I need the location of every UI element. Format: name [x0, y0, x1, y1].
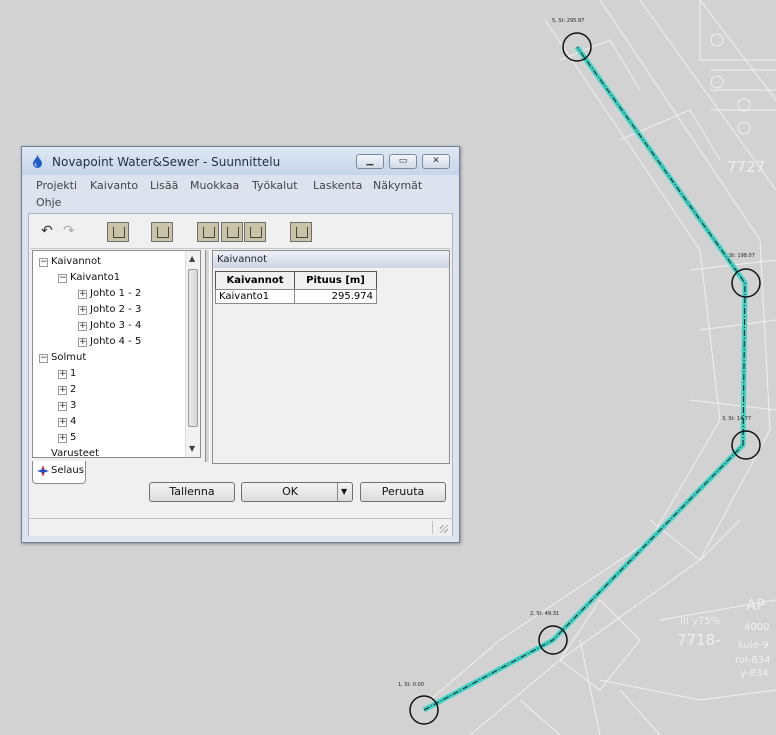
tree-label: 5 — [70, 432, 77, 443]
tool-button-3[interactable] — [197, 222, 219, 242]
tree-label: Varusteet — [51, 448, 99, 458]
tool-button-6[interactable] — [290, 222, 312, 242]
tool-button-2[interactable] — [151, 222, 173, 242]
menu-tyokalut[interactable]: Työkalut — [252, 179, 298, 192]
save-button[interactable]: Tallenna — [149, 482, 235, 502]
manhole-node-3 — [731, 430, 761, 460]
drawing-text: 7727 — [727, 158, 765, 176]
drawing-text: 7718- — [677, 631, 721, 649]
station-label: 3, St: 14.77 — [722, 416, 751, 422]
water-drop-icon — [33, 154, 42, 168]
properties-panel: Kaivannot Kaivannot Pituus [m] Kaivanto1… — [212, 250, 450, 464]
tool-button-1[interactable] — [107, 222, 129, 242]
tab-selaus[interactable]: Selaus — [32, 461, 86, 484]
tree-label: Kaivannot — [51, 256, 102, 267]
dropdown-divider — [337, 483, 338, 501]
collapse-icon[interactable]: − — [39, 354, 48, 363]
station-label: 2, St: 49.31 — [530, 611, 559, 617]
expand-icon[interactable]: + — [78, 338, 87, 347]
expand-icon[interactable]: + — [78, 306, 87, 315]
redo-icon[interactable]: ↷ — [63, 222, 75, 240]
undo-icon[interactable]: ↶ — [41, 222, 53, 240]
drawing-text: rol-834 — [735, 655, 770, 666]
expand-icon[interactable]: + — [58, 402, 67, 411]
tree-label: Johto 2 - 3 — [90, 304, 142, 315]
tree-view[interactable]: − Kaivannot − Kaivanto1 + Johto 1 - 2 + … — [32, 250, 201, 458]
tree-label: Johto 4 - 5 — [90, 336, 142, 347]
tree-scrollbar[interactable]: ▲ ▼ — [185, 251, 200, 457]
menu-muokkaa[interactable]: Muokkaa — [190, 179, 239, 192]
tool-button-4[interactable] — [221, 222, 243, 242]
drawing-text: AP — [746, 596, 765, 614]
tree-label: Johto 3 - 4 — [90, 320, 142, 331]
expand-icon[interactable]: + — [78, 290, 87, 299]
compass-icon — [37, 465, 49, 477]
tree-label: Solmut — [51, 352, 87, 363]
column-header-pituus[interactable]: Pituus [m] — [294, 271, 377, 290]
scroll-thumb[interactable] — [188, 269, 198, 427]
scroll-up-icon[interactable]: ▲ — [189, 254, 195, 263]
table-cell-length[interactable]: 295.974 — [294, 289, 377, 304]
tree-label: 1 — [70, 368, 77, 379]
chevron-down-icon[interactable]: ▼ — [341, 483, 347, 501]
menu-lisaa[interactable]: Lisää — [150, 179, 178, 192]
ok-label: OK — [282, 485, 298, 498]
cancel-button[interactable]: Peruuta — [360, 482, 446, 502]
pipe-outline — [422, 45, 748, 713]
expand-icon[interactable]: + — [58, 370, 67, 379]
menu-projekti[interactable]: Projekti — [36, 179, 77, 192]
menu-bar: Projekti Kaivanto Lisää Muokkaa Työkalut… — [22, 175, 459, 213]
drawing-text: 4000 — [744, 622, 769, 633]
expand-icon[interactable]: + — [58, 386, 67, 395]
status-divider — [432, 521, 433, 534]
drawing-text: kule-9 — [738, 640, 769, 651]
resize-grip[interactable] — [440, 525, 448, 533]
menu-laskenta[interactable]: Laskenta — [313, 179, 362, 192]
tool-button-5[interactable] — [244, 222, 266, 242]
status-bar — [29, 518, 452, 536]
ok-button[interactable]: OK ▼ — [241, 482, 353, 502]
tab-label: Selaus — [51, 465, 84, 476]
drawing-text: III y75% — [680, 616, 720, 627]
tree-label: 2 — [70, 384, 77, 395]
tree-label: 4 — [70, 416, 77, 427]
close-button[interactable]: ✕ — [422, 154, 450, 169]
station-label: St: 198.07 — [729, 253, 755, 259]
pane-splitter[interactable] — [205, 250, 210, 462]
scroll-down-icon[interactable]: ▼ — [189, 444, 195, 453]
maximize-button[interactable]: ▭ — [389, 154, 417, 169]
tree-label: Johto 1 - 2 — [90, 288, 142, 299]
drawing-text: y-834 — [740, 668, 768, 679]
station-label: 5, St: 295.97 — [552, 18, 584, 24]
table-cell-name[interactable]: Kaivanto1 — [215, 289, 295, 304]
minimize-button[interactable]: ▁ — [356, 154, 384, 169]
expand-icon[interactable]: + — [58, 434, 67, 443]
background-linework — [429, 0, 776, 735]
menu-nakymat[interactable]: Näkymät — [373, 179, 422, 192]
toolbar-separator — [30, 248, 451, 249]
expand-icon[interactable]: + — [78, 322, 87, 331]
title-bar[interactable]: Novapoint Water&Sewer - Suunnittelu ▁ ▭ … — [22, 147, 459, 175]
tree-label: Kaivanto1 — [70, 272, 121, 283]
client-area: ↶ ↷ − Kaivannot − Kaivanto1 + Johto 1 - … — [28, 213, 453, 536]
panel-title: Kaivannot — [213, 251, 449, 268]
collapse-icon[interactable]: − — [58, 274, 67, 283]
expand-icon[interactable]: + — [58, 418, 67, 427]
menu-ohje[interactable]: Ohje — [36, 196, 61, 209]
station-label: 1, St: 0.00 — [398, 682, 424, 688]
tree-label: 3 — [70, 400, 77, 411]
pipe-route[interactable] — [422, 45, 748, 713]
collapse-icon[interactable]: − — [39, 258, 48, 267]
novapoint-window[interactable]: Novapoint Water&Sewer - Suunnittelu ▁ ▭ … — [21, 146, 460, 543]
menu-kaivanto[interactable]: Kaivanto — [90, 179, 138, 192]
window-title: Novapoint Water&Sewer - Suunnittelu — [52, 155, 281, 169]
column-header-kaivannot[interactable]: Kaivannot — [215, 271, 295, 290]
